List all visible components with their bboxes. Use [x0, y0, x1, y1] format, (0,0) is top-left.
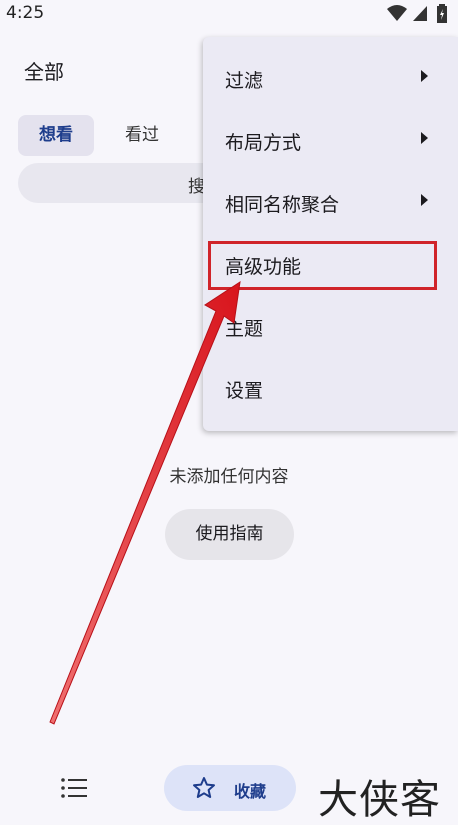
overflow-menu: 过滤 布局方式 相同名称聚合 高级功能 主题 设置: [203, 37, 458, 431]
chevron-right-icon: [421, 194, 428, 206]
wifi-icon: [386, 4, 408, 26]
menu-item-label: 过滤: [225, 70, 264, 92]
star-icon: [192, 776, 216, 804]
highlight-box: [208, 241, 437, 290]
tab-watched[interactable]: 看过: [106, 115, 178, 156]
watermark: 大侠客: [318, 777, 441, 823]
menu-item-filter[interactable]: 过滤: [203, 48, 458, 110]
user-guide-button[interactable]: 使用指南: [165, 509, 294, 560]
menu-item-same-name-aggregation[interactable]: 相同名称聚合: [203, 172, 458, 234]
menu-item-label: 相同名称聚合: [225, 194, 340, 216]
status-time: 4:25: [6, 3, 45, 23]
chevron-right-icon: [421, 70, 428, 82]
page-title: 全部: [24, 60, 64, 84]
tab-want-to-watch[interactable]: 想看: [18, 115, 94, 156]
favorites-nav-button[interactable]: 收藏: [164, 765, 296, 811]
menu-item-layout[interactable]: 布局方式: [203, 110, 458, 172]
chevron-right-icon: [421, 132, 428, 144]
list-icon[interactable]: [61, 777, 87, 803]
signal-icon: [412, 4, 428, 26]
status-bar: 4:25: [0, 0, 458, 28]
menu-item-theme[interactable]: 主题: [203, 296, 458, 358]
battery-icon: [436, 4, 448, 28]
menu-item-label: 布局方式: [225, 132, 302, 154]
menu-item-settings[interactable]: 设置: [203, 358, 458, 420]
menu-item-label: 设置: [225, 380, 264, 402]
menu-item-label: 主题: [225, 318, 264, 340]
favorites-label: 收藏: [234, 782, 267, 801]
empty-state-text: 未添加任何内容: [169, 467, 289, 487]
